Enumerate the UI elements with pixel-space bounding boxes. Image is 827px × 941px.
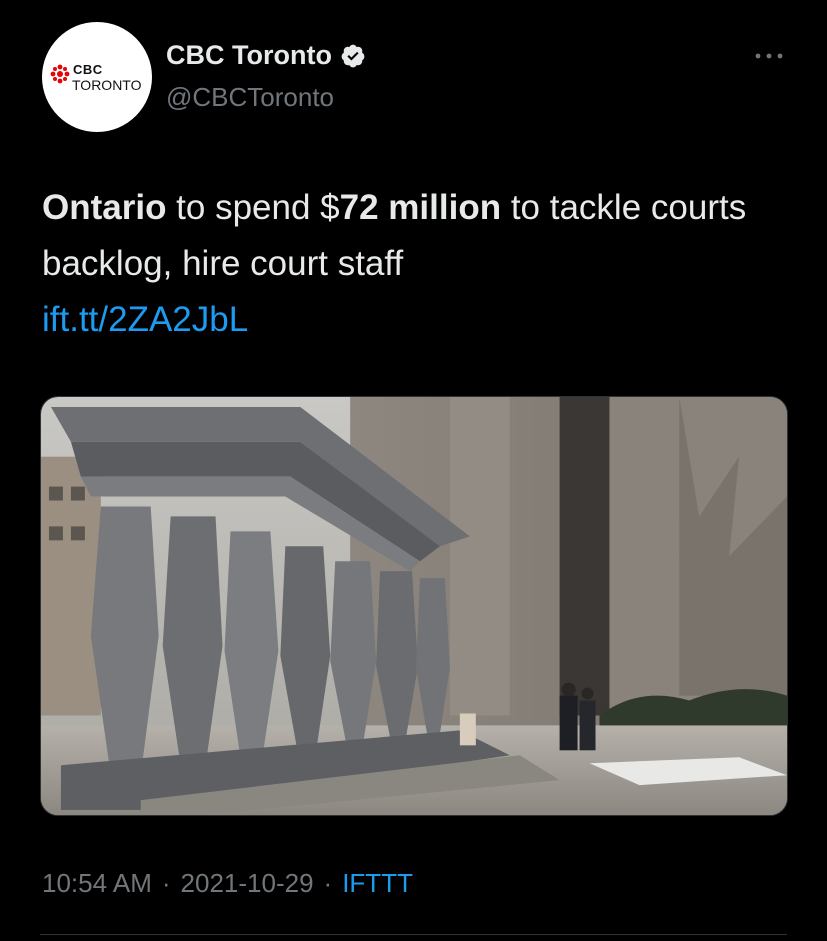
courthouse-photo-image — [41, 397, 787, 815]
meta-separator: · — [161, 868, 171, 898]
tweet-meta: 10:54 AM · 2021-10-29 · IFTTT — [42, 868, 413, 899]
tweet-text-bold-1: Ontario — [42, 188, 167, 227]
tweet-link[interactable]: ift.tt/2ZA2JbL — [42, 300, 248, 339]
meta-separator: · — [323, 868, 333, 898]
tweet-time[interactable]: 10:54 AM — [42, 868, 152, 899]
tweet-photo[interactable] — [40, 396, 788, 816]
divider — [40, 934, 787, 935]
tweet-text-plain-1: to spend $ — [166, 188, 340, 227]
more-options-icon[interactable] — [752, 46, 786, 66]
cbc-gem-icon — [50, 64, 70, 84]
avatar-logo-text: CBC — [73, 62, 103, 77]
avatar-city-text: TORONTO — [72, 77, 142, 93]
verified-badge-icon — [341, 44, 365, 67]
tweet-source[interactable]: IFTTT — [342, 868, 413, 899]
account-handle[interactable]: @CBCToronto — [166, 82, 334, 113]
tweet-text-bold-2: 72 million — [339, 188, 502, 227]
display-name[interactable]: CBC Toronto — [166, 40, 332, 71]
tweet-text: Ontario to spend $72 million to tackle c… — [42, 180, 802, 348]
tweet-date[interactable]: 2021-10-29 — [181, 868, 314, 899]
account-name-row: CBC Toronto — [166, 40, 366, 71]
avatar[interactable]: CBC TORONTO — [42, 22, 152, 132]
